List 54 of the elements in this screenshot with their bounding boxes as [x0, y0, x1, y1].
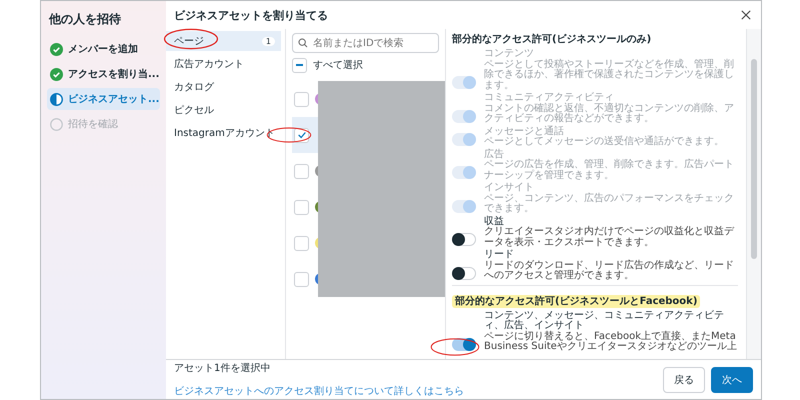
toggle-switch[interactable] [452, 338, 476, 350]
permission-title: コンテンツ [484, 49, 535, 60]
category-label: 広告アカウント [174, 58, 244, 71]
help-link[interactable]: ビジネスアセットへのアクセス割り当てについて詳しくはこちら [174, 386, 464, 397]
section-heading: 部分的なアクセス許可(ビジネスツールのみ) [452, 33, 652, 46]
toggle-switch[interactable] [452, 266, 476, 280]
step-item[interactable]: メンバーを追加 [47, 38, 160, 60]
category-item[interactable]: ピクセル [166, 100, 281, 120]
selection-status: アセット1件を選択中 [174, 362, 272, 375]
permission-title: コミュニティアクティビティ [484, 93, 614, 103]
category-item[interactable]: ページ 1 [166, 31, 281, 51]
close-icon[interactable] [741, 10, 751, 20]
row-checkbox[interactable] [294, 272, 309, 286]
half-circle-icon [50, 92, 63, 106]
row-checkbox[interactable] [294, 92, 309, 106]
step-item[interactable]: アクセスを割り当... [47, 63, 160, 85]
permission-description: ページ、コンテンツ、広告のパフォーマンスをチェックできます。 [484, 194, 735, 214]
permission-title: リード [484, 250, 515, 260]
row-checkbox[interactable] [294, 236, 309, 250]
permission-description: コメントの確認と返信、不適切なコンテンツの削除、アクティビティの報告などができます。 [484, 104, 735, 124]
step-item[interactable]: ビジネスアセット... [47, 88, 160, 110]
toggle-switch[interactable] [452, 233, 476, 246]
search-field[interactable]: 名前またはIDで検索 [292, 33, 439, 53]
next-button[interactable]: 次へ [711, 366, 753, 392]
category-label: ピクセル [174, 104, 214, 117]
category-label: ページ [174, 35, 204, 48]
permission-description: ページに切り替えると、Facebook上で直接、またMeta Business Suiteやクリエイタースタジオなどのツール上 [484, 332, 738, 352]
row-checkbox[interactable] [294, 164, 309, 178]
permission-title: メッセージと通話 [484, 126, 565, 137]
permission-description: ページとしてメッセージの送受信や通話ができます。 [484, 137, 725, 148]
check-icon [296, 130, 306, 140]
permission-title: 広告 [484, 150, 505, 160]
section-title: ビジネスアセットを割り当てる [174, 8, 328, 22]
back-button[interactable]: 戻る [663, 366, 705, 392]
section-heading: 部分的なアクセス許可(ビジネスツールとFacebook) [452, 294, 700, 308]
permission-description: クリエイタースタジオ内だけでページの収益化と収益データを表示・エクスポートできます。 [484, 227, 736, 248]
permission-description: ページとして投稿やストーリーズなどを作成、管理、削除できるほか、著作権で保護されたコンテンツを保護します。 [484, 60, 735, 91]
scrollbar[interactable] [746, 29, 761, 359]
category-label: カタログ [174, 81, 214, 94]
empty-circle-icon [50, 118, 63, 130]
category-item[interactable]: カタログ [166, 77, 281, 97]
category-item[interactable]: 広告アカウント [166, 54, 281, 74]
permission-description: リードのダウンロード、リード広告の作成など、リードへのアクセスと管理ができます。 [484, 260, 735, 282]
row-checkbox[interactable] [294, 200, 309, 214]
dialog-title: 他の人を招待 [49, 11, 122, 28]
permission-title: インサイト [484, 183, 535, 194]
permission-title: コンテンツ、メッセージ、コミュニティアクティビティ、広告、インサイト [484, 310, 725, 331]
select-all-label: すべて選択 [313, 59, 363, 72]
permission-title: 収益 [484, 216, 505, 226]
check-circle-icon [50, 68, 63, 80]
select-all-checkbox[interactable] [292, 58, 307, 72]
count-badge: 1 [262, 36, 275, 46]
check-circle-icon [50, 42, 63, 56]
permission-description: ページの広告を作成、管理、削除できます。広告パートナーシップを管理できます。 [484, 160, 735, 181]
